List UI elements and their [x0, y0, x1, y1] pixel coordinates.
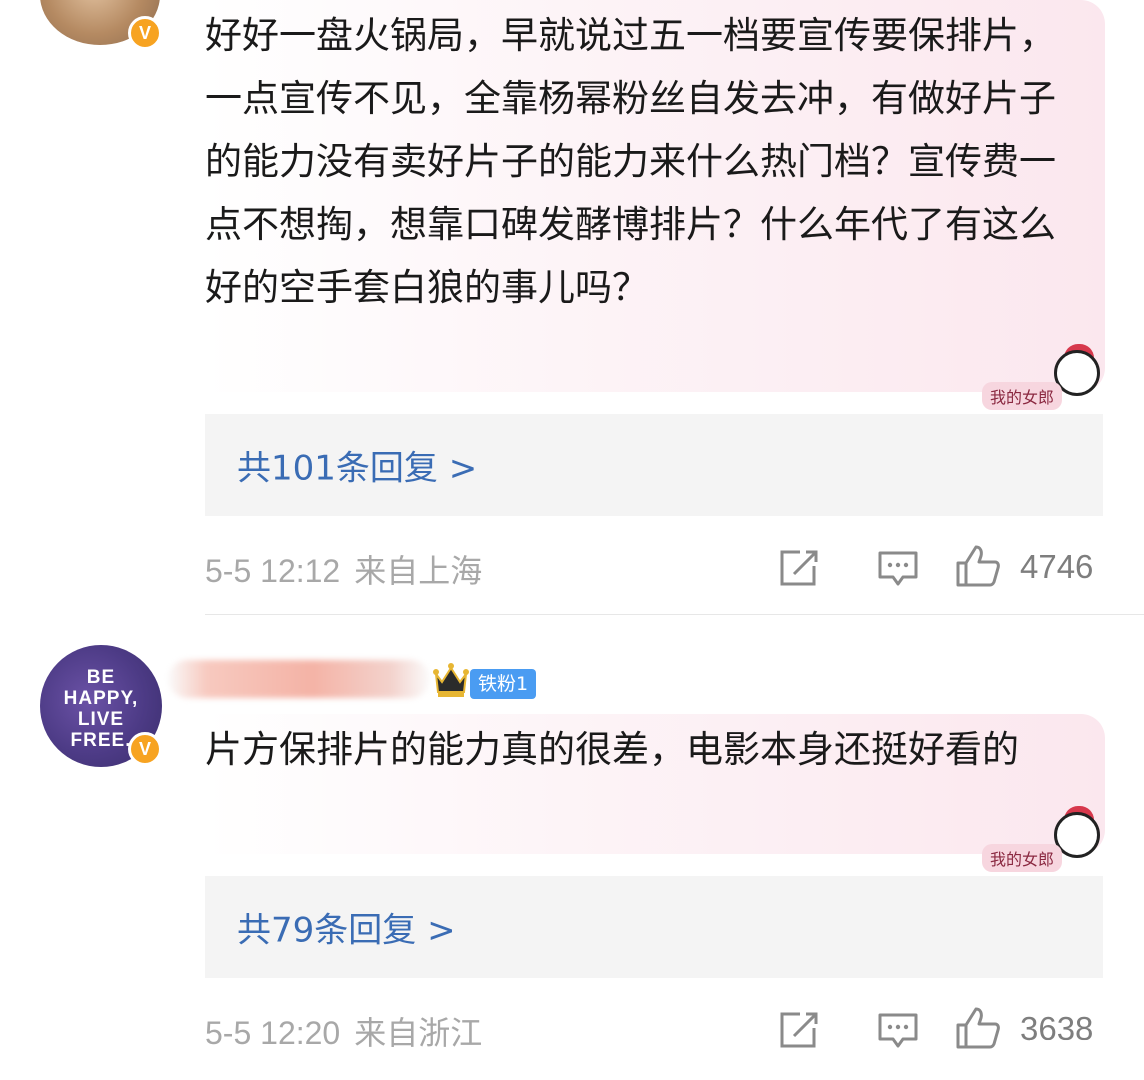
username[interactable]: [168, 660, 430, 698]
like-icon[interactable]: [955, 544, 1001, 588]
sticker-label: 我的女郎: [982, 844, 1063, 872]
sticker-label: 我的女郎: [982, 382, 1063, 410]
comment-icon[interactable]: [877, 550, 919, 588]
repost-icon[interactable]: [778, 548, 820, 588]
watermark: [1030, 1040, 1136, 1074]
fan-sticker: 我的女郎: [982, 344, 1100, 410]
like-icon[interactable]: [955, 1006, 1001, 1050]
fan-sticker: 我的女郎: [982, 806, 1100, 872]
divider: [205, 614, 1144, 615]
comment-meta: 5-5 12:20 来自浙江: [205, 1008, 482, 1054]
comment-location: 来自浙江: [354, 1014, 483, 1052]
crown-icon: [433, 663, 469, 697]
fan-badge: 铁粉1: [470, 669, 537, 699]
replies-count[interactable]: 共79条回复 >: [237, 903, 456, 952]
verified-icon: V: [128, 16, 162, 50]
comment-icon[interactable]: [877, 1012, 919, 1050]
verified-icon: V: [128, 732, 162, 766]
comment-meta: 5-5 12:12 来自上海: [205, 546, 482, 592]
comment-location: 来自上海: [354, 552, 483, 590]
replies-link[interactable]: 共101条回复 >: [205, 414, 1103, 516]
comment-text: 片方保排片的能力真的很差，电影本身还挺好看的: [205, 728, 1019, 771]
comment-text: 好好一盘火锅局，早就说过五一档要宣传要保排片，一点宣传不见，全靠杨幂粉丝自发去冲…: [205, 14, 1056, 309]
replies-link[interactable]: 共79条回复 >: [205, 876, 1103, 978]
repost-icon[interactable]: [778, 1010, 820, 1050]
replies-count[interactable]: 共101条回复 >: [237, 441, 477, 490]
comment-date: 5-5 12:12: [205, 553, 341, 589]
like-count: 4746: [1020, 548, 1094, 585]
comment-date: 5-5 12:20: [205, 1015, 341, 1051]
